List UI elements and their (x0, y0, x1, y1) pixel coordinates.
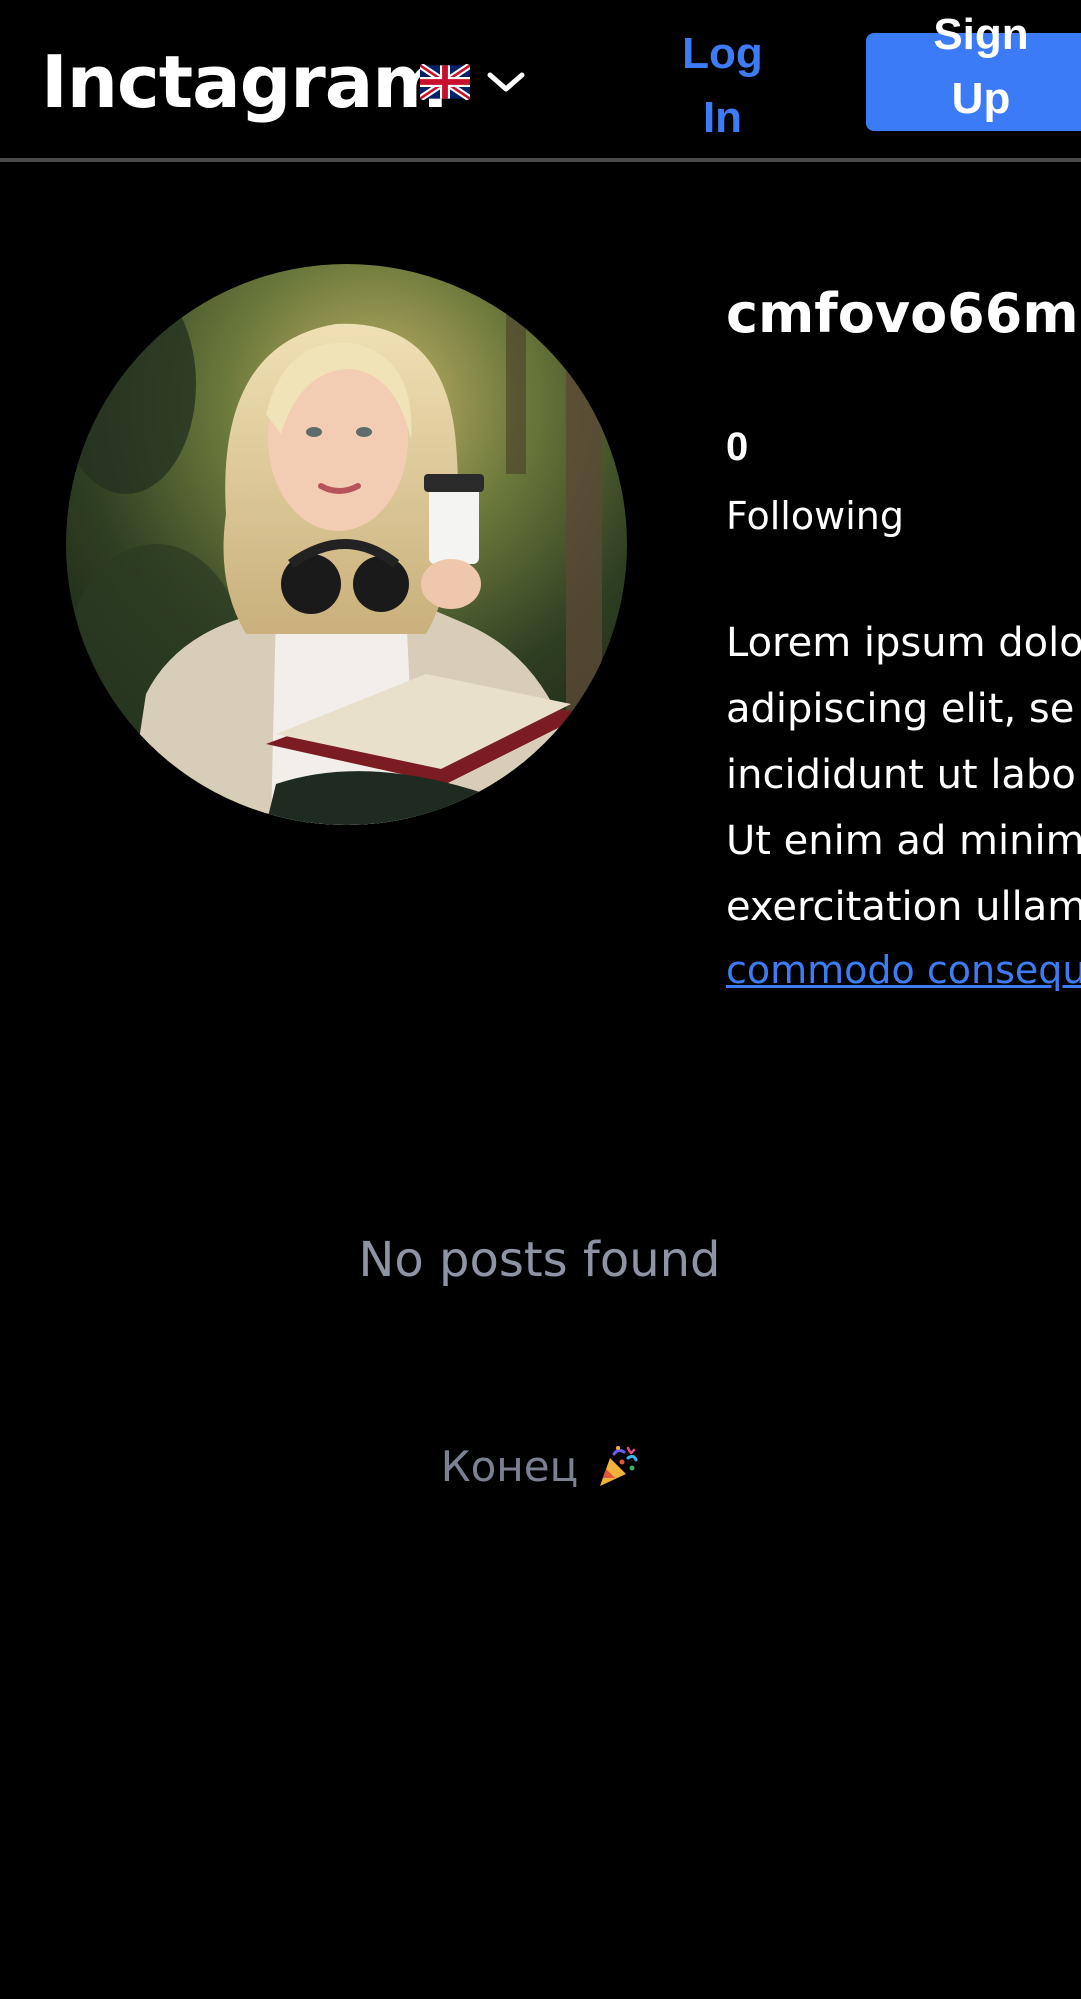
signup-button-label: Sign Up (933, 10, 1029, 123)
language-selector[interactable] (420, 52, 528, 112)
profile-photo (66, 264, 627, 825)
bio-line: Lorem ipsum dolo (726, 620, 1081, 666)
following-count[interactable]: 0 (726, 425, 748, 470)
app-logo[interactable]: Inctagram (41, 40, 447, 124)
top-header: Inctagram Log In Sign Up (0, 0, 1081, 162)
profile-bio: Lorem ipsum dolo adipiscing elit, se inc… (726, 610, 1081, 940)
bio-expand-link[interactable]: commodo consequa (726, 948, 1081, 992)
profile-username: cmfovo66m0 (726, 282, 1081, 345)
no-posts-text: No posts found (358, 1232, 721, 1288)
feed-end: Конец (0, 1442, 1081, 1491)
party-popper-icon (600, 1445, 638, 1486)
login-link[interactable]: Log In (660, 22, 785, 150)
feed-end-text: Конец (440, 1442, 579, 1491)
profile-page: Inctagram Log In Sign Up cmfovo66m0 0 Fo… (0, 0, 1081, 1999)
uk-flag-icon (420, 64, 470, 100)
bio-line: adipiscing elit, se (726, 686, 1075, 732)
no-posts-message: No posts found (0, 1232, 1081, 1288)
bio-line: incididunt ut labo (726, 752, 1076, 798)
chevron-down-icon (487, 72, 525, 92)
bio-line: Ut enim ad minim (726, 818, 1081, 864)
avatar (66, 264, 627, 825)
signup-button[interactable]: Sign Up (866, 10, 1081, 131)
following-label[interactable]: Following (726, 494, 904, 538)
bio-line: exercitation ullam (726, 884, 1081, 930)
